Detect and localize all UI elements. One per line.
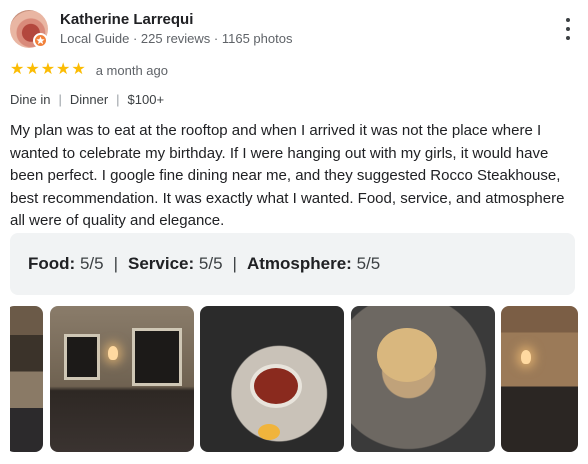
attr-atmosphere-label: Atmosphere: xyxy=(246,254,352,273)
attr-separator: | xyxy=(113,254,118,273)
review-photos xyxy=(10,306,578,452)
attr-food-label: Food: xyxy=(28,254,76,273)
star-icon: ★ xyxy=(25,61,40,78)
review-photo[interactable] xyxy=(351,306,495,452)
star-icon: ★ xyxy=(10,61,25,78)
tag-meal: Dinner xyxy=(69,92,109,107)
star-icon: ★ xyxy=(56,61,71,78)
review-date: a month ago xyxy=(95,62,168,78)
review-text: My plan was to eat at the rooftop and wh… xyxy=(10,122,565,229)
star-rating: ★ ★ ★ ★ ★ xyxy=(10,62,86,78)
author-name[interactable]: Katherine Larrequi xyxy=(60,11,193,28)
tag-separator: | xyxy=(58,92,62,107)
tag-service: Dine in xyxy=(10,92,51,107)
tag-separator: | xyxy=(116,92,120,107)
review-photo[interactable] xyxy=(200,306,344,452)
attr-separator: | xyxy=(232,254,237,273)
star-icon: ★ xyxy=(40,61,56,78)
more-options-icon[interactable] xyxy=(562,18,574,40)
author-meta[interactable]: Local Guide · 225 reviews · 1165 photos xyxy=(60,31,292,46)
review-photo[interactable] xyxy=(50,306,194,452)
attribute-ratings: Food: 5/5 | Service: 5/5 | Atmosphere: 5… xyxy=(10,233,575,295)
review-photo[interactable] xyxy=(501,306,578,452)
review-header: Katherine Larrequi Local Guide · 225 rev… xyxy=(10,8,578,52)
attr-service-label: Service: xyxy=(128,254,195,273)
local-guide-badge-icon xyxy=(33,33,48,48)
tag-price: $100+ xyxy=(127,92,165,107)
attr-atmosphere-value: 5/5 xyxy=(356,254,381,273)
visit-tags: Dine in | Dinner | $100+ xyxy=(10,92,164,107)
attr-service-value: 5/5 xyxy=(198,254,223,273)
attr-food-value: 5/5 xyxy=(79,254,104,273)
review-photo[interactable] xyxy=(10,306,43,452)
star-icon: ★ xyxy=(71,61,86,78)
rating-row: ★ ★ ★ ★ ★ a month ago xyxy=(10,60,168,80)
